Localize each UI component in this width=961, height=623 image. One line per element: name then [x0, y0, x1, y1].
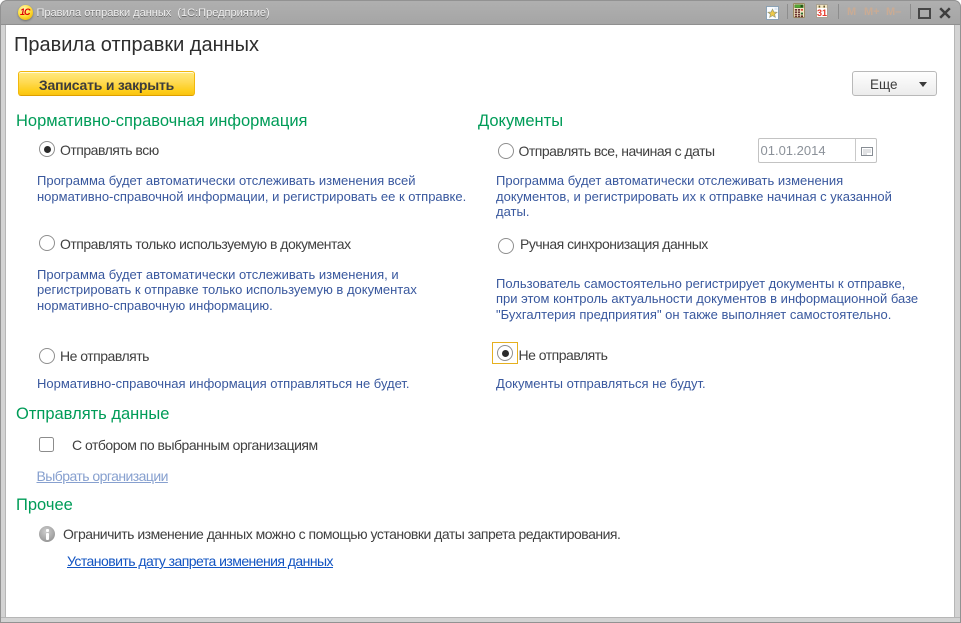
- svg-text:31: 31: [817, 8, 827, 18]
